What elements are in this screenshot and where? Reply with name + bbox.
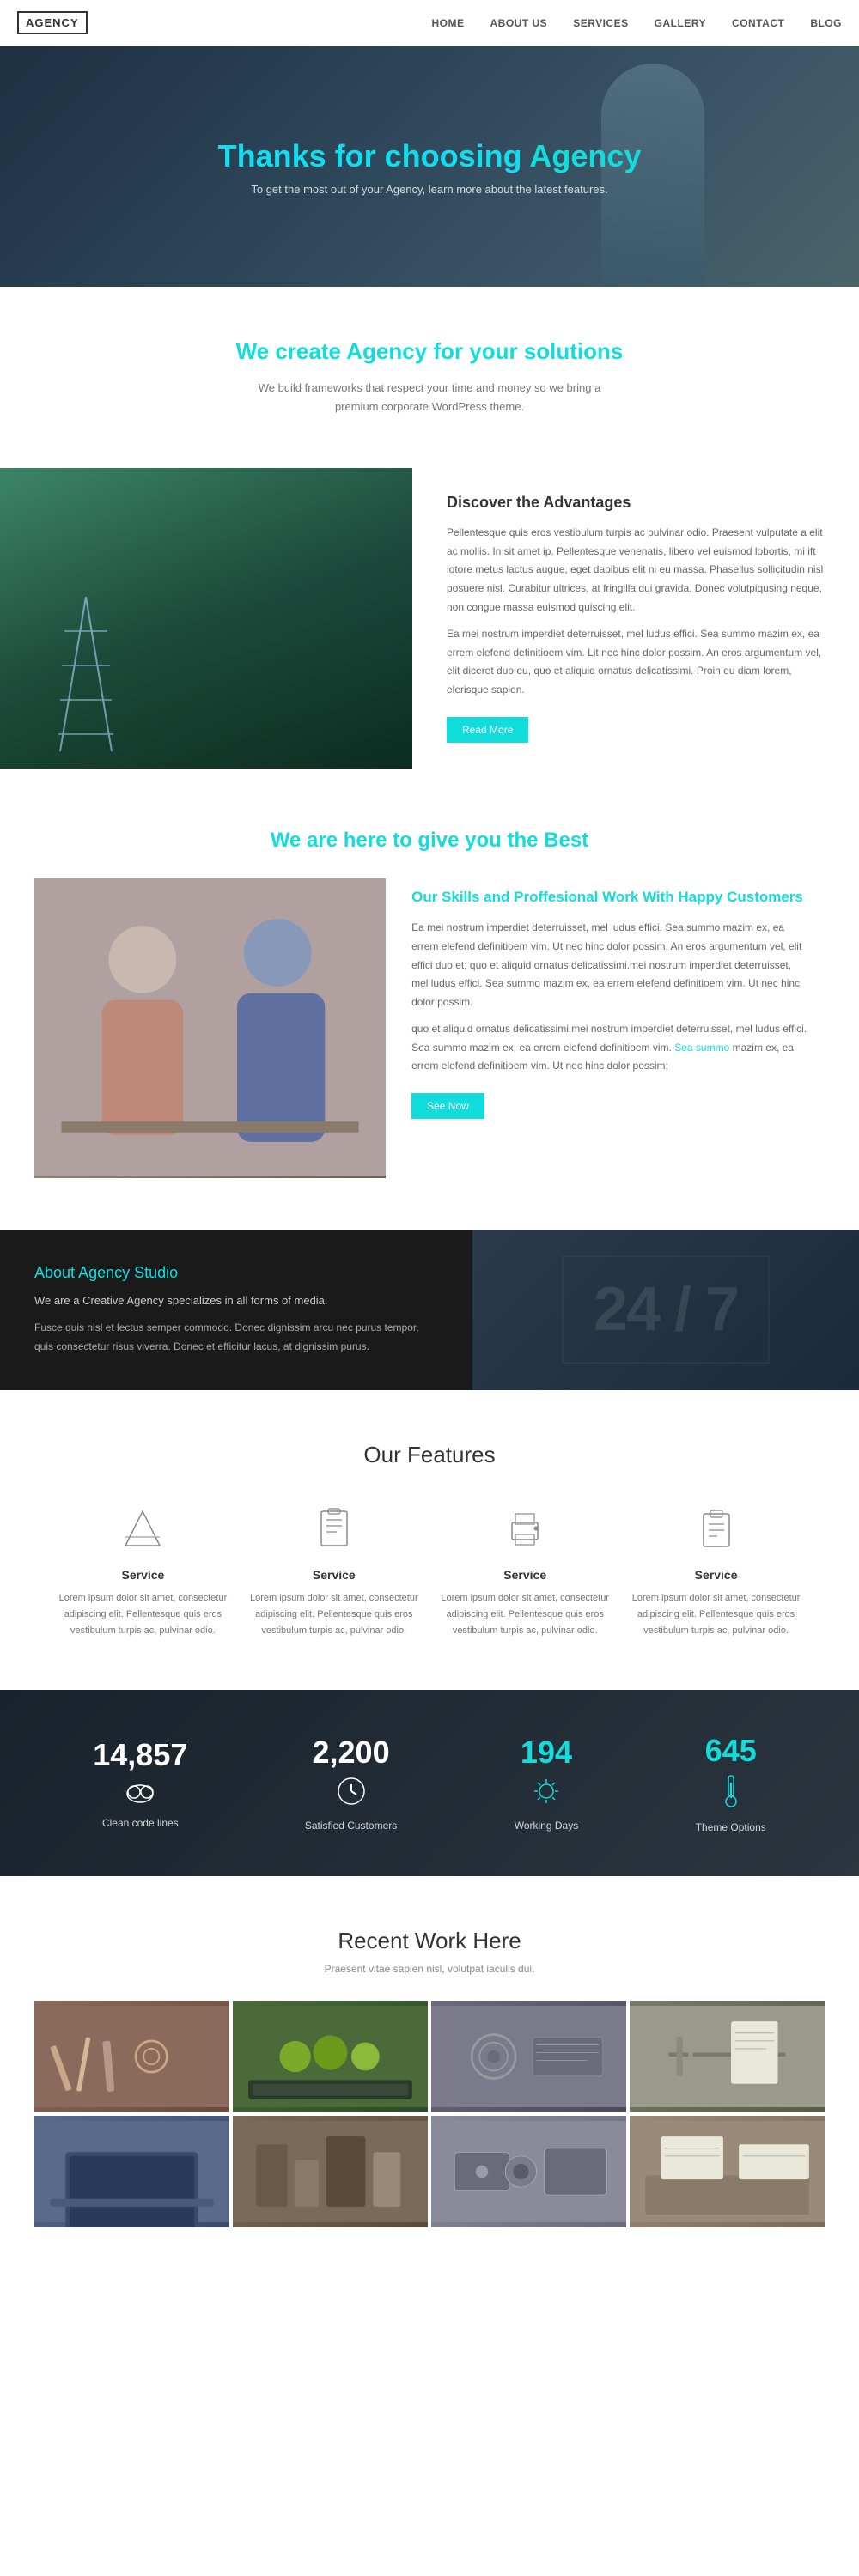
- hero-content: Thanks for choosing Agency To get the mo…: [218, 138, 642, 196]
- feature-item-2: Service Lorem ipsum dolor sit amet, cons…: [247, 1503, 421, 1638]
- work-subtext: Praesent vitae sapien nisl, volutpat iac…: [34, 1963, 825, 1975]
- feature-body-3: Lorem ipsum dolor sit amet, consectetur …: [438, 1590, 612, 1638]
- thermometer-icon: [696, 1774, 766, 1814]
- feature-body-1: Lorem ipsum dolor sit amet, consectetur …: [56, 1590, 229, 1638]
- stat-label-4: Theme Options: [696, 1821, 766, 1833]
- advantages-para1: Pellentesque quis eros vestibulum turpis…: [447, 524, 833, 617]
- work-item-7[interactable]: [431, 2116, 626, 2227]
- create-heading-pre: We create: [236, 338, 347, 364]
- best-text: Our Skills and Proffesional Work With Ha…: [411, 878, 825, 1128]
- clipboard-icon: [691, 1503, 742, 1554]
- advantages-text: Discover the Advantages Pellentesque qui…: [412, 468, 859, 768]
- dark-section: About Agency Studio We are a Creative Ag…: [0, 1230, 859, 1391]
- feature-item-3: Service Lorem ipsum dolor sit amet, cons…: [438, 1503, 612, 1638]
- logo[interactable]: AGENCY: [17, 11, 88, 34]
- hero-brand: Agency: [529, 138, 641, 173]
- feature-item-4: Service Lorem ipsum dolor sit amet, cons…: [629, 1503, 802, 1638]
- dark-right: 24 / 7: [472, 1230, 859, 1391]
- stat-label-1: Clean code lines: [93, 1817, 187, 1829]
- feature-title-2: Service: [247, 1568, 421, 1582]
- cloud-icon: [93, 1778, 187, 1810]
- best-heading: We are here to give you the Best: [34, 829, 825, 853]
- tower-icon: [52, 597, 120, 751]
- hero-subtext: To get the most out of your Agency, lear…: [218, 183, 642, 196]
- persons-svg: [34, 878, 386, 1176]
- nav-gallery[interactable]: GALLERY: [655, 17, 706, 29]
- nav-links: HOME ABOUT US SERVICES GALLERY CONTACT B…: [432, 17, 842, 29]
- features-section: Our Features Service Lorem ipsum dolor s…: [0, 1390, 859, 1690]
- nav-about[interactable]: ABOUT US: [490, 17, 548, 29]
- advantages-image: [0, 468, 412, 768]
- read-more-button[interactable]: Read More: [447, 717, 528, 743]
- nav-blog[interactable]: BLOG: [810, 17, 842, 29]
- create-heading: We create Agency for your solutions: [34, 338, 825, 365]
- stat-number-3: 194: [515, 1735, 578, 1771]
- feature-body-4: Lorem ipsum dolor sit amet, consectetur …: [629, 1590, 802, 1638]
- work-item-4[interactable]: [630, 2001, 825, 2112]
- sea-summo-link[interactable]: Sea summo: [674, 1042, 729, 1054]
- dark-left: About Agency Studio We are a Creative Ag…: [0, 1230, 472, 1391]
- stats-section: 14,857 Clean code lines 2,200 Satisfied …: [0, 1690, 859, 1876]
- stat-number-1: 14,857: [93, 1737, 187, 1773]
- feature-body-2: Lorem ipsum dolor sit amet, consectetur …: [247, 1590, 421, 1638]
- work-item-2[interactable]: [233, 2001, 428, 2112]
- triangle-icon: [117, 1503, 168, 1554]
- navbar: AGENCY HOME ABOUT US SERVICES GALLERY CO…: [0, 0, 859, 46]
- advantages-section: Discover the Advantages Pellentesque qui…: [0, 468, 859, 768]
- stat-number-2: 2,200: [305, 1735, 397, 1771]
- features-heading: Our Features: [34, 1442, 825, 1468]
- work-item-1[interactable]: [34, 2001, 229, 2112]
- work-item-3[interactable]: [431, 2001, 626, 2112]
- best-para2: quo et aliquid ornatus delicatissimi.mei…: [411, 1020, 807, 1076]
- hero-section: Thanks for choosing Agency To get the mo…: [0, 46, 859, 287]
- dark-body: Fusce quis nisl et lectus semper commodo…: [34, 1319, 438, 1356]
- hero-heading: Thanks for choosing Agency: [218, 138, 642, 174]
- stat-item-3: 194 Working Days: [515, 1735, 578, 1832]
- work-section: Recent Work Here Praesent vitae sapien n…: [0, 1876, 859, 2253]
- advantages-heading: Discover the Advantages: [447, 494, 833, 512]
- features-grid: Service Lorem ipsum dolor sit amet, cons…: [34, 1503, 825, 1638]
- advantages-para2: Ea mei nostrum imperdiet deterruisset, m…: [447, 625, 833, 699]
- dark-tagline: We are a Creative Agency specializes in …: [34, 1291, 438, 1310]
- best-content: Our Skills and Proffesional Work With Ha…: [34, 878, 825, 1178]
- nav-home[interactable]: HOME: [432, 17, 465, 29]
- nav-services[interactable]: SERVICES: [573, 17, 628, 29]
- stat-number-4: 645: [696, 1733, 766, 1769]
- work-item-5[interactable]: [34, 2116, 229, 2227]
- feature-title-3: Service: [438, 1568, 612, 1582]
- work-grid: [34, 2001, 825, 2227]
- clock-icon: [305, 1776, 397, 1813]
- create-body: We build frameworks that respect your ti…: [249, 379, 610, 416]
- stat-label-3: Working Days: [515, 1820, 578, 1832]
- nav-contact[interactable]: CONTACT: [732, 17, 784, 29]
- feature-title-1: Service: [56, 1568, 229, 1582]
- stat-label-2: Satisfied Customers: [305, 1820, 397, 1832]
- skills-heading: Our Skills and Proffesional Work With Ha…: [411, 887, 807, 908]
- create-section: We create Agency for your solutions We b…: [0, 287, 859, 451]
- stat-item-2: 2,200 Satisfied Customers: [305, 1735, 397, 1832]
- feature-title-4: Service: [629, 1568, 802, 1582]
- work-item-8[interactable]: [630, 2116, 825, 2227]
- stat-item-4: 645 Theme Options: [696, 1733, 766, 1833]
- stat-item-1: 14,857 Clean code lines: [93, 1737, 187, 1829]
- feature-item-1: Service Lorem ipsum dolor sit amet, cons…: [56, 1503, 229, 1638]
- create-heading-post: for your solutions: [427, 338, 623, 364]
- create-brand: Agency: [346, 338, 427, 364]
- work-item-6[interactable]: [233, 2116, 428, 2227]
- sun-icon: [515, 1776, 578, 1813]
- document-icon: [308, 1503, 360, 1554]
- printer-icon: [499, 1503, 551, 1554]
- hero-heading-pre: Thanks for choosing: [218, 138, 530, 173]
- work-heading: Recent Work Here: [34, 1928, 825, 1954]
- about-studio-heading: About Agency Studio: [34, 1264, 438, 1282]
- best-para1: Ea mei nostrum imperdiet deterruisset, m…: [411, 919, 807, 1012]
- best-image: [34, 878, 386, 1178]
- best-section: We are here to give you the Best Our Ski…: [0, 786, 859, 1195]
- see-now-button[interactable]: See Now: [411, 1093, 484, 1119]
